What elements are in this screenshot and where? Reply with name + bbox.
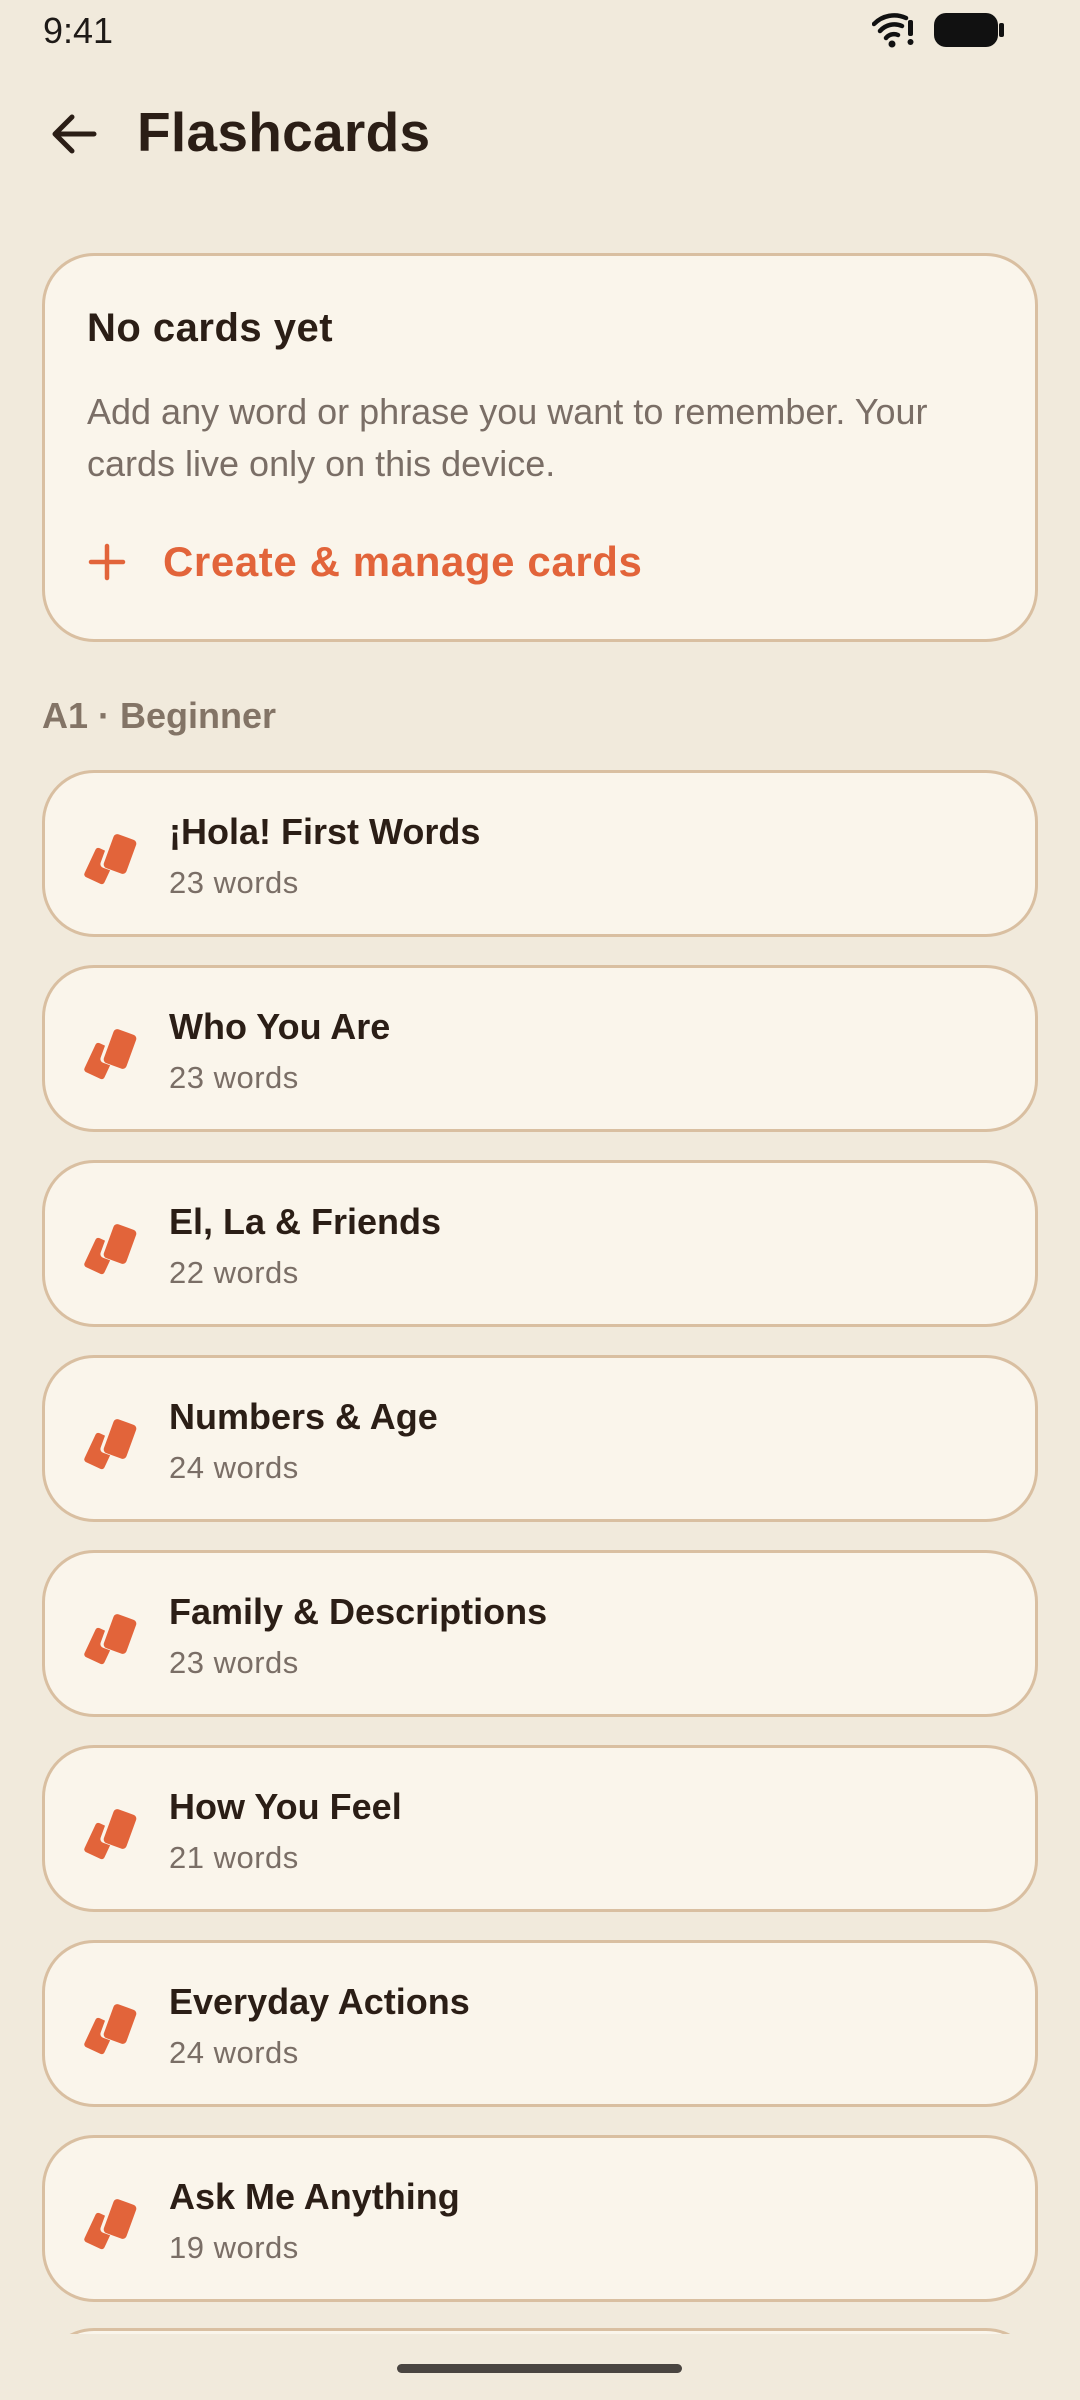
deck-item[interactable]: ¡Hola! First Words 23 words <box>42 770 1038 937</box>
deck-word-count: 19 words <box>169 2230 299 2265</box>
deck-word-count: 23 words <box>169 865 299 900</box>
arrow-left-icon[interactable] <box>46 106 102 162</box>
deck-item[interactable]: El, La & Friends 22 words <box>42 1160 1038 1327</box>
flashcards-screen: 9:41 Flashcards No cards yet Add any wor… <box>0 0 1080 2400</box>
deck-word-count: 24 words <box>169 2035 299 2070</box>
deck-word-count: 21 words <box>169 1840 299 1875</box>
battery-icon <box>934 13 1004 47</box>
flashcards-deck-icon <box>84 1611 137 1665</box>
flashcards-deck-icon <box>84 831 137 885</box>
section-header-a1-beginner: A1 · Beginner <box>42 695 277 736</box>
deck-word-count: 23 words <box>169 1060 299 1095</box>
deck-name: Ask Me Anything <box>169 2176 460 2217</box>
create-manage-cards-button[interactable]: Create & manage cards <box>87 532 642 592</box>
empty-state-description: Add any word or phrase you want to remem… <box>87 391 928 484</box>
page-title: Flashcards <box>137 101 431 163</box>
deck-name: Everyday Actions <box>169 1981 470 2022</box>
home-indicator[interactable] <box>397 2364 682 2373</box>
status-bar: 9:41 <box>0 0 1080 60</box>
deck-name: ¡Hola! First Words <box>169 811 481 852</box>
status-time: 9:41 <box>43 10 114 51</box>
deck-item[interactable]: Numbers & Age 24 words <box>42 1355 1038 1522</box>
flashcards-deck-icon <box>84 2001 137 2055</box>
flashcards-deck-icon <box>84 1806 137 1860</box>
deck-name: Family & Descriptions <box>169 1591 548 1632</box>
flashcards-deck-icon <box>84 1221 137 1275</box>
deck-name: El, La & Friends <box>169 1201 442 1242</box>
create-manage-cards-label: Create & manage cards <box>163 538 643 585</box>
flashcards-deck-icon <box>84 2196 137 2250</box>
plus-icon <box>88 543 126 581</box>
deck-item[interactable]: How You Feel 21 words <box>42 1745 1038 1912</box>
deck-item[interactable]: Who You Are 23 words <box>42 965 1038 1132</box>
flashcards-deck-icon <box>84 1026 137 1080</box>
deck-word-count: 24 words <box>169 1450 299 1485</box>
deck-item[interactable]: Ask Me Anything 19 words <box>42 2135 1038 2302</box>
empty-state-card: No cards yet Add any word or phrase you … <box>42 253 1038 642</box>
empty-state-title: No cards yet <box>87 306 334 350</box>
deck-item[interactable]: Everyday Actions 24 words <box>42 1940 1038 2107</box>
deck-name: How You Feel <box>169 1786 402 1827</box>
deck-name: Who You Are <box>169 1006 391 1047</box>
deck-name: Numbers & Age <box>169 1396 438 1437</box>
deck-word-count: 22 words <box>169 1255 299 1290</box>
deck-word-count: 23 words <box>169 1645 299 1680</box>
flashcards-deck-icon <box>84 1416 137 1470</box>
wifi-icon <box>872 13 914 48</box>
deck-item[interactable]: Family & Descriptions 23 words <box>42 1550 1038 1717</box>
